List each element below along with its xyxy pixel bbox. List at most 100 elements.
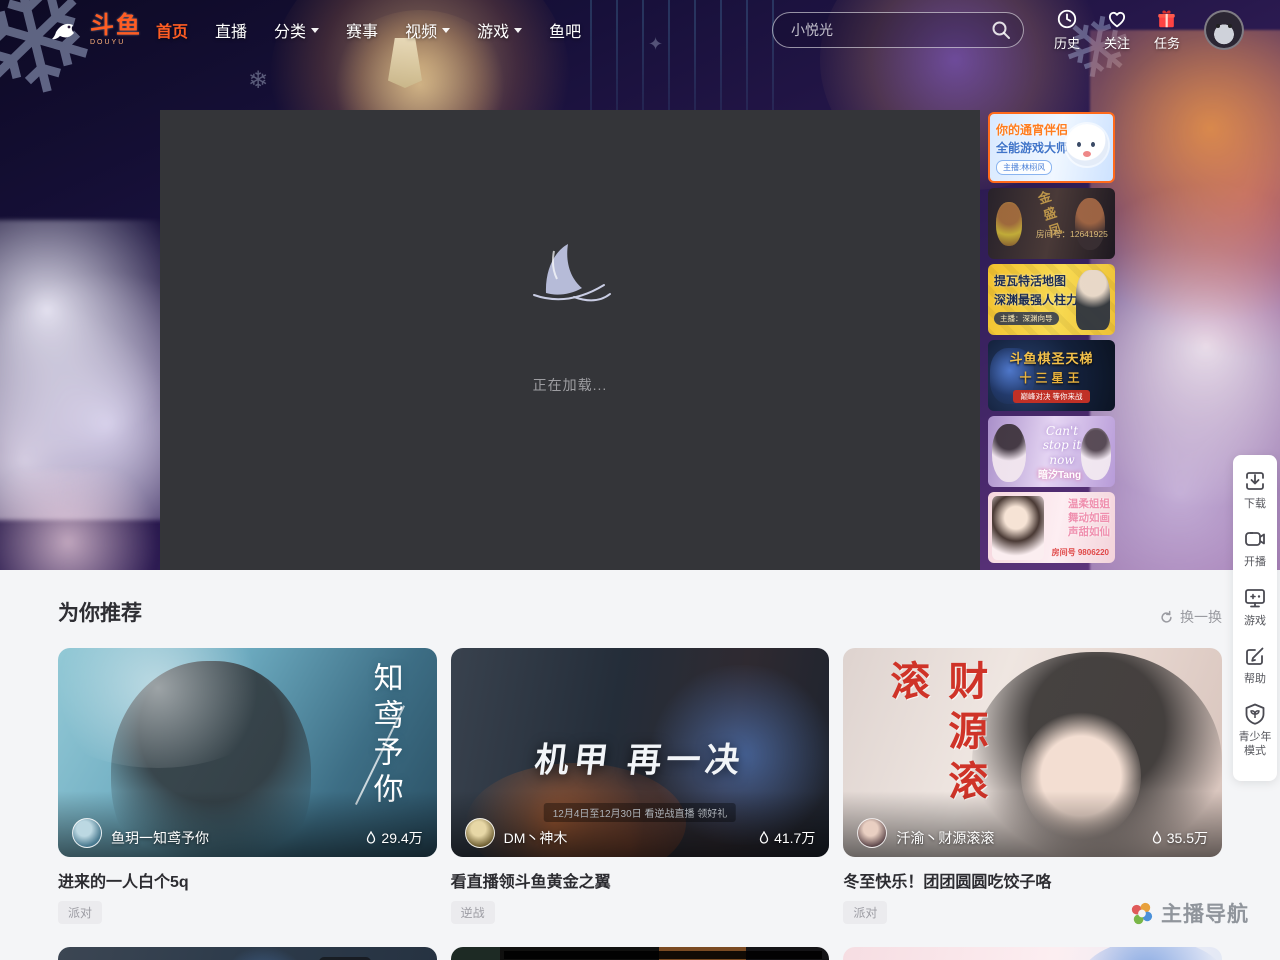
nav-home[interactable]: 首页 (156, 18, 188, 42)
promo-card-game-companion[interactable]: 你的通宵伴侣 全能游戏大师 主播:林栩风 (988, 112, 1115, 183)
stream-card: 机甲 再一决 12月4日至12月30日 看逆战直播 领好礼 DM丶神木 41.7… (451, 648, 830, 924)
promo-line2: 舞动如画 (1068, 511, 1110, 525)
stream-title[interactable]: 看直播领斗鱼黄金之翼 (451, 868, 830, 892)
category-tag[interactable]: 派对 (843, 901, 887, 924)
follow-button[interactable]: 关注 (1104, 8, 1130, 52)
promo-line3: 声甜如仙 (1068, 525, 1110, 539)
stream-cover-partial[interactable] (58, 947, 437, 960)
go-live-button[interactable]: 开播 (1243, 527, 1267, 569)
promo-card-chess-ladder[interactable]: 斗鱼棋圣天梯 十三星王 巅峰对决 等你来战 (988, 340, 1115, 411)
follow-label: 关注 (1104, 33, 1130, 52)
recommend-grid-row2 (0, 947, 1280, 960)
promo-room-number: 房间号：12641925 (1036, 228, 1108, 240)
promo-card-gentle-sister[interactable]: 温柔姐姐 舞动如画 声甜如仙 房间号 9806220 (988, 492, 1115, 563)
promo-card-genshin[interactable]: 提瓦特活地图 深渊最强人柱力 主播：深渊向导 (988, 264, 1115, 335)
promo-card-dance[interactable]: Can't stop it now 暗汐Tang (988, 416, 1115, 487)
streamer-avatar[interactable] (72, 818, 102, 848)
nav-categories[interactable]: 分类 (274, 18, 319, 42)
search-icon[interactable] (991, 20, 1011, 45)
teen-mode-button[interactable]: 青少年 模式 (1239, 702, 1272, 759)
teen-shield-icon (1243, 702, 1267, 726)
cover-calligraphy-text: 知鸢予你 (363, 662, 407, 810)
download-label: 下载 (1244, 497, 1266, 511)
pinwheel-logo-icon (1128, 900, 1155, 927)
snowflake-icon: ❄ (248, 66, 268, 95)
caret-down-icon (442, 28, 450, 33)
live-player[interactable]: 正在加载... (160, 110, 980, 570)
tasks-button[interactable]: 任务 (1154, 8, 1180, 52)
category-tag[interactable]: 派对 (58, 901, 102, 924)
search-input[interactable] (772, 12, 1024, 48)
streamer-photo-illustration (1075, 198, 1105, 250)
streamer-avatar[interactable] (465, 818, 495, 848)
promo-card-room[interactable]: 金盛凤 房间号：12641925 (988, 188, 1115, 259)
download-button[interactable]: 下载 (1243, 469, 1267, 511)
streamer-name[interactable]: 汘渝丶财源滚滚 (896, 828, 1150, 848)
stream-cover[interactable]: 机甲 再一决 12月4日至12月30日 看逆战直播 领好礼 DM丶神木 41.7… (451, 648, 830, 857)
recommend-section: 为你推荐 换一换 知鸢予你 鱼玥一知鸢予你 (0, 570, 1280, 960)
stream-cover[interactable]: 财源滚滚 汘渝丶财源滚滚 35.5万 (843, 648, 1222, 857)
heat-flame-icon (365, 831, 377, 845)
stream-title[interactable]: 冬至快乐！团团圆圆吃饺子咯 (843, 868, 1222, 892)
go-live-label: 开播 (1244, 555, 1266, 569)
cover-event-title: 机甲 再一决 (532, 732, 747, 781)
shark-fin-loading-icon (510, 237, 630, 313)
caret-down-icon (514, 28, 522, 33)
caret-down-icon (311, 28, 319, 33)
gift-icon (1155, 8, 1178, 30)
watermark-label: 主播导航 (1161, 898, 1249, 928)
refresh-label: 换一换 (1180, 607, 1222, 627)
refresh-icon (1159, 610, 1174, 625)
nav-games[interactable]: 游戏 (477, 18, 522, 42)
douyu-homepage: ❄ ❄ ❄ ✦ ❄ 斗鱼 DOUYU 首页 直播 分类 (0, 0, 1280, 960)
teen-mode-label-line1: 青少年 (1239, 731, 1272, 743)
promo-streamer-pill: 主播：深渊向导 (994, 312, 1059, 325)
search-box (772, 12, 1024, 48)
help-button[interactable]: 帮助 (1243, 644, 1267, 686)
history-label: 历史 (1054, 33, 1080, 52)
promo-streamer-name: 暗汐Tang (1038, 466, 1081, 481)
stream-cover-partial[interactable] (451, 947, 830, 960)
streamer-avatar[interactable] (857, 818, 887, 848)
game-center-button[interactable]: 游戏 (1243, 586, 1267, 628)
promo-streamer-pill: 主播:林栩风 (996, 160, 1052, 175)
nav-esports[interactable]: 赛事 (346, 18, 378, 42)
streamer-name[interactable]: 鱼玥一知鸢予你 (111, 828, 365, 848)
stream-cover-partial[interactable] (843, 947, 1222, 960)
player-loading: 正在加载... (510, 237, 630, 395)
stream-title[interactable]: 进来的一人白个5q (58, 868, 437, 892)
download-icon (1243, 469, 1267, 493)
brand-name: 斗鱼 (90, 14, 142, 38)
douyu-fish-icon (52, 15, 86, 45)
side-toolbar: 下载 开播 游戏 帮助 (1233, 455, 1277, 781)
nav-live[interactable]: 直播 (215, 18, 247, 42)
streamer-name[interactable]: DM丶神木 (504, 828, 758, 848)
category-tag[interactable]: 逆战 (451, 901, 495, 924)
teen-mode-label-line2: 模式 (1244, 745, 1266, 757)
douyu-logo[interactable]: 斗鱼 DOUYU (52, 14, 142, 46)
history-button[interactable]: 历史 (1054, 8, 1080, 52)
streamer-photo-illustration (996, 202, 1022, 246)
game-monitor-icon (1243, 586, 1267, 610)
tasks-label: 任务 (1154, 33, 1180, 52)
side-promo-rail: 你的通宵伴侣 全能游戏大师 主播:林栩风 金盛凤 房间号：12641925 提瓦… (988, 112, 1115, 568)
promo-line1: 温柔姐姐 (1068, 497, 1110, 511)
stream-cover[interactable]: 知鸢予你 鱼玥一知鸢予你 29.4万 (58, 648, 437, 857)
promo-room-number: 房间号 9806220 (1052, 547, 1109, 558)
edit-help-icon (1243, 644, 1267, 668)
nav-yuba[interactable]: 鱼吧 (549, 18, 581, 42)
section-title: 为你推荐 (58, 597, 142, 627)
stream-card: 财源滚滚 汘渝丶财源滚滚 35.5万 冬至快乐！团团圆圆吃饺子咯 派对 (843, 648, 1222, 924)
anime-avatar-illustration (1066, 124, 1108, 166)
help-label: 帮助 (1244, 672, 1266, 686)
nav-video[interactable]: 视频 (405, 18, 450, 42)
viewer-count: 29.4万 (365, 828, 422, 848)
user-avatar[interactable] (1204, 10, 1244, 50)
cover-info-band: 汘渝丶财源滚滚 35.5万 (843, 791, 1222, 857)
clock-icon (1056, 8, 1078, 30)
game-center-label: 游戏 (1244, 614, 1266, 628)
refresh-button[interactable]: 换一换 (1159, 607, 1222, 627)
loading-text: 正在加载... (533, 375, 608, 395)
streamer-photo-illustration (992, 496, 1044, 560)
cover-info-band: DM丶神木 41.7万 (451, 791, 830, 857)
